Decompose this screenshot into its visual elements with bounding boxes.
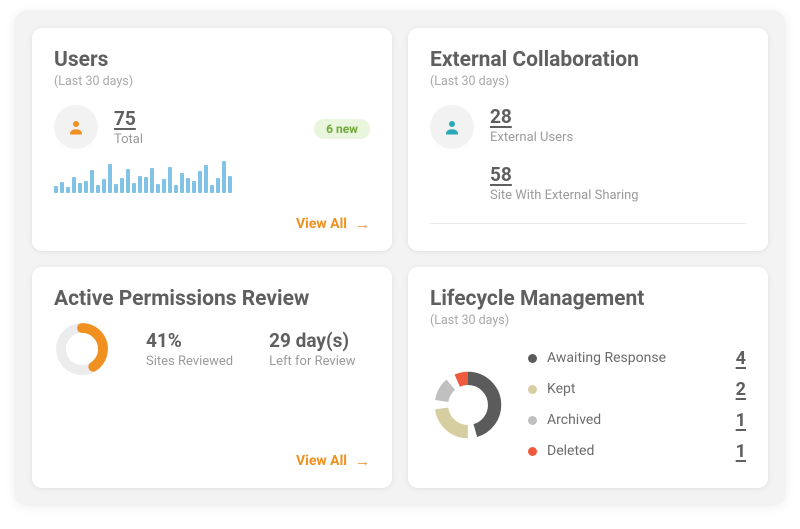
days-label: Left for Review (269, 354, 355, 369)
spark-bar (132, 183, 136, 193)
external-users-label: External Users (490, 130, 639, 145)
legend-dot-icon (528, 354, 537, 363)
external-sites-block: 58 Site With External Sharing (490, 163, 639, 203)
spark-bar (96, 185, 100, 193)
spark-bar (108, 164, 112, 193)
spark-bar (168, 167, 172, 193)
spark-bar (102, 179, 106, 193)
external-user-icon (430, 105, 474, 149)
users-subtitle: (Last 30 days) (54, 74, 370, 89)
spark-bar (72, 177, 76, 193)
percent-label: Sites Reviewed (146, 354, 233, 369)
external-title: External Collaboration (430, 48, 746, 72)
days-value: 29 day(s) (269, 329, 355, 352)
external-users-block: 28 External Users (490, 105, 639, 145)
lifecycle-donut-icon (430, 367, 506, 443)
legend-count: 1 (736, 441, 746, 462)
lifecycle-subtitle: (Last 30 days) (430, 313, 746, 328)
permissions-card: Active Permissions Review 41% Sites Revi… (32, 267, 392, 489)
spark-bar (204, 165, 208, 193)
view-all-label: View All (296, 453, 347, 469)
spark-bar (84, 181, 88, 193)
user-icon (54, 105, 98, 149)
spark-bar (90, 170, 94, 193)
spark-bar (186, 178, 190, 193)
lifecycle-card: Lifecycle Management (Last 30 days) Awai… (408, 267, 768, 489)
spark-bar (222, 161, 226, 193)
spark-bar (174, 185, 178, 193)
users-total-block: 75 Total (114, 107, 143, 147)
arrow-right-icon: → (355, 452, 370, 470)
permissions-view-all-link[interactable]: View All → (54, 452, 370, 470)
users-sparkline (54, 159, 370, 193)
legend-count: 2 (736, 379, 746, 400)
external-collab-card: External Collaboration (Last 30 days) 28… (408, 28, 768, 251)
spark-bar (54, 186, 58, 193)
percent-value: 41% (146, 329, 233, 352)
spark-bar (120, 178, 124, 193)
spark-bar (162, 179, 166, 193)
permissions-donut-icon (54, 321, 110, 377)
spark-bar (60, 182, 64, 193)
legend-row: Archived 1 (528, 410, 746, 431)
users-total-label: Total (114, 132, 143, 147)
spark-bar (126, 169, 130, 193)
spark-bar (210, 185, 214, 193)
legend-label: Deleted (547, 443, 594, 459)
spark-bar (114, 184, 118, 193)
external-subtitle: (Last 30 days) (430, 74, 746, 89)
users-card: Users (Last 30 days) 75 Total 6 new View… (32, 28, 392, 251)
arrow-right-icon: → (355, 215, 370, 233)
spark-bar (216, 178, 220, 193)
legend-label: Kept (547, 381, 575, 397)
lifecycle-title: Lifecycle Management (430, 287, 746, 311)
spark-bar (78, 183, 82, 193)
spark-bar (66, 187, 70, 193)
legend-count: 1 (736, 410, 746, 431)
users-view-all-link[interactable]: View All → (54, 215, 370, 233)
legend-label: Awaiting Response (547, 350, 666, 366)
spark-bar (228, 176, 232, 193)
legend-dot-icon (528, 416, 537, 425)
divider (430, 223, 746, 224)
external-sites-label: Site With External Sharing (490, 188, 639, 203)
view-all-label: View All (296, 216, 347, 232)
lifecycle-legend: Awaiting Response 4 Kept 2 Archived 1 Deleted 1 (528, 348, 746, 462)
users-title: Users (54, 48, 370, 72)
spark-bar (156, 184, 160, 193)
legend-dot-icon (528, 447, 537, 456)
spark-bar (144, 177, 148, 193)
users-total-value: 75 (114, 107, 143, 130)
users-new-badge: 6 new (314, 119, 370, 139)
legend-label: Archived (547, 412, 601, 428)
legend-row: Kept 2 (528, 379, 746, 400)
spark-bar (150, 168, 154, 193)
legend-row: Deleted 1 (528, 441, 746, 462)
spark-bar (192, 181, 196, 193)
percent-stat: 41% Sites Reviewed (146, 329, 233, 369)
legend-count: 4 (736, 348, 746, 369)
dashboard-container: Users (Last 30 days) 75 Total 6 new View… (14, 10, 786, 506)
legend-row: Awaiting Response 4 (528, 348, 746, 369)
spark-bar (198, 171, 202, 193)
spark-bar (138, 176, 142, 193)
days-stat: 29 day(s) Left for Review (269, 329, 355, 369)
external-sites-value: 58 (490, 163, 639, 186)
external-users-value: 28 (490, 105, 639, 128)
legend-dot-icon (528, 385, 537, 394)
spark-bar (180, 173, 184, 193)
permissions-title: Active Permissions Review (54, 287, 370, 311)
